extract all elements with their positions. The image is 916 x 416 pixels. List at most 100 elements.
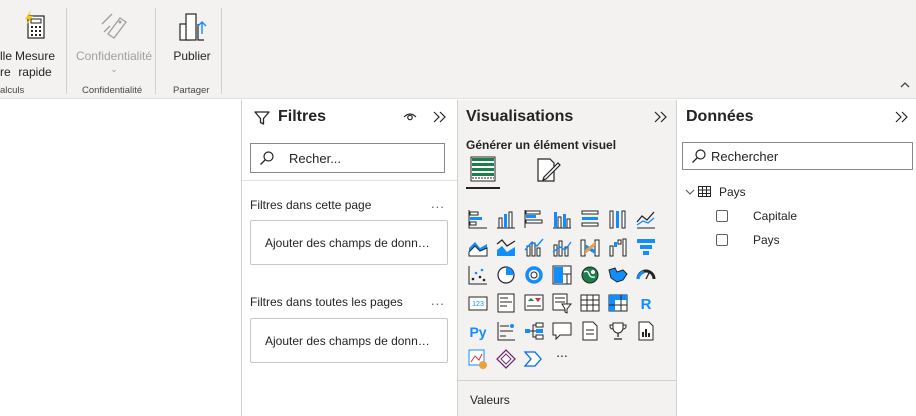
azure-map-icon[interactable] [467, 348, 489, 370]
collapse-visualizations-icon[interactable] [654, 111, 668, 123]
svg-text:R: R [641, 296, 652, 313]
field-checkbox[interactable] [716, 210, 728, 222]
matrix-icon[interactable] [607, 292, 629, 314]
more-visuals-button[interactable]: ... [551, 344, 573, 366]
data-search[interactable] [682, 142, 913, 170]
new-calc-label[interactable]: lle re [0, 48, 12, 80]
field-capitale[interactable]: Capitale [715, 209, 875, 225]
paginated-report-icon[interactable] [635, 320, 657, 342]
collapse-ribbon-icon[interactable] [900, 80, 910, 92]
page-filters-more-button[interactable]: ... [431, 196, 445, 211]
data-title: Données [686, 108, 754, 125]
format-brush-icon [537, 158, 561, 182]
power-apps-icon[interactable] [495, 348, 517, 370]
python-visual-icon[interactable]: Py [467, 320, 489, 342]
pie-chart-icon[interactable] [495, 264, 517, 286]
field-label: Pays [753, 233, 780, 247]
filters-title: Filtres [278, 108, 327, 125]
card-icon[interactable]: 123 [467, 292, 489, 314]
calc-label-line2: re [0, 65, 11, 79]
confidentiality-group-label: Confidentialité [82, 85, 143, 96]
quick-measure-icon [25, 10, 45, 39]
calculations-group: lle re Mesure rapide alculs [0, 0, 66, 99]
svg-text:Py: Py [469, 324, 486, 340]
data-search-input[interactable] [711, 146, 861, 166]
page-filters-label: Filtres dans cette page [250, 198, 372, 212]
values-well-label: Valeurs [470, 393, 510, 407]
power-automate-icon[interactable] [523, 348, 545, 370]
filter-icon [254, 111, 270, 125]
donut-chart-icon[interactable] [523, 264, 545, 286]
filters-search-input[interactable] [289, 148, 439, 168]
table-node-pays[interactable]: Pays [685, 185, 865, 201]
publish-button-label: Publier [173, 49, 211, 63]
stacked-column-chart-icon[interactable] [495, 208, 517, 230]
scatter-chart-icon[interactable] [467, 264, 489, 286]
collapse-filters-icon[interactable] [433, 111, 447, 123]
filled-map-icon[interactable] [607, 264, 629, 286]
visualizations-title: Visualisations [466, 108, 574, 125]
svg-text:123: 123 [472, 301, 484, 308]
all-pages-filters-label: Filtres dans toutes les pages [250, 295, 403, 309]
smart-narrative-icon[interactable] [579, 320, 601, 342]
calculations-group-label: alculs [0, 85, 25, 96]
goals-icon[interactable] [607, 320, 629, 342]
field-pays[interactable]: Pays [715, 233, 875, 249]
stacked-bar-chart-icon[interactable] [467, 208, 489, 230]
page-filters-dropzone[interactable]: Ajouter des champs de donné... [250, 220, 448, 265]
line-clustered-column-chart-icon[interactable] [551, 236, 573, 258]
waterfall-chart-icon[interactable] [607, 236, 629, 258]
decomposition-tree-icon[interactable] [523, 320, 545, 342]
clustered-column-chart-icon[interactable] [551, 208, 573, 230]
chevron-down-icon: ⌄ [110, 64, 118, 74]
table-icon[interactable] [579, 292, 601, 314]
all-pages-filters-more-button[interactable]: ... [431, 293, 445, 308]
collapse-data-icon[interactable] [895, 111, 909, 123]
kpi-icon[interactable] [523, 292, 545, 314]
key-influencers-icon[interactable] [495, 320, 517, 342]
filters-search[interactable] [250, 143, 445, 173]
chevron-down-icon [685, 189, 695, 195]
field-label: Capitale [753, 209, 798, 223]
report-canvas[interactable] [0, 100, 241, 416]
ribbon-chart-icon[interactable] [579, 236, 601, 258]
new-calc-button[interactable] [0, 10, 14, 38]
publish-button[interactable]: Publier [170, 10, 214, 64]
share-group: Publier Partager [156, 0, 222, 99]
filters-pane: Filtres Filtres dans cette page ... Ajou… [241, 100, 458, 416]
table-name: Pays [719, 185, 746, 199]
line-stacked-column-chart-icon[interactable] [523, 236, 545, 258]
quick-measure-button[interactable]: Mesure rapide [14, 10, 56, 80]
100-stacked-column-chart-icon[interactable] [607, 208, 629, 230]
tab-build-visual[interactable] [466, 155, 500, 189]
build-visual-label: Générer un élément visuel [466, 138, 617, 152]
slicer-icon[interactable] [551, 292, 573, 314]
ribbon: lle re Mesure rapide alculs Confidential… [0, 0, 916, 99]
data-pane: Données Pays Capitale Pays [676, 100, 916, 416]
area-chart-icon[interactable] [467, 236, 489, 258]
qna-icon[interactable] [551, 320, 573, 342]
100-stacked-bar-chart-icon[interactable] [579, 208, 601, 230]
all-pages-filters-dropzone[interactable]: Ajouter des champs de donné... [250, 318, 448, 363]
treemap-icon[interactable] [551, 264, 573, 286]
clustered-bar-chart-icon[interactable] [523, 208, 545, 230]
eye-icon[interactable] [403, 112, 417, 122]
sensitivity-label-icon [101, 13, 127, 39]
stacked-area-chart-icon[interactable] [495, 236, 517, 258]
funnel-chart-icon[interactable] [635, 236, 657, 258]
map-icon[interactable] [579, 264, 601, 286]
confidentiality-button[interactable]: Confidentialité ⌄ [75, 10, 153, 74]
gauge-icon[interactable] [635, 264, 657, 286]
publish-icon [179, 13, 207, 41]
line-chart-icon[interactable] [635, 208, 657, 230]
ribbon-divider [221, 8, 222, 94]
divider [242, 180, 458, 181]
field-checkbox[interactable] [716, 234, 728, 246]
tab-format-visual[interactable] [530, 155, 564, 189]
multi-row-card-icon[interactable] [495, 292, 517, 314]
search-icon [260, 151, 274, 165]
r-visual-icon[interactable]: R [635, 292, 657, 314]
table-build-icon [470, 156, 496, 182]
calc-label-line1: lle [0, 49, 13, 63]
quick-measure-label-2: rapide [18, 65, 52, 79]
